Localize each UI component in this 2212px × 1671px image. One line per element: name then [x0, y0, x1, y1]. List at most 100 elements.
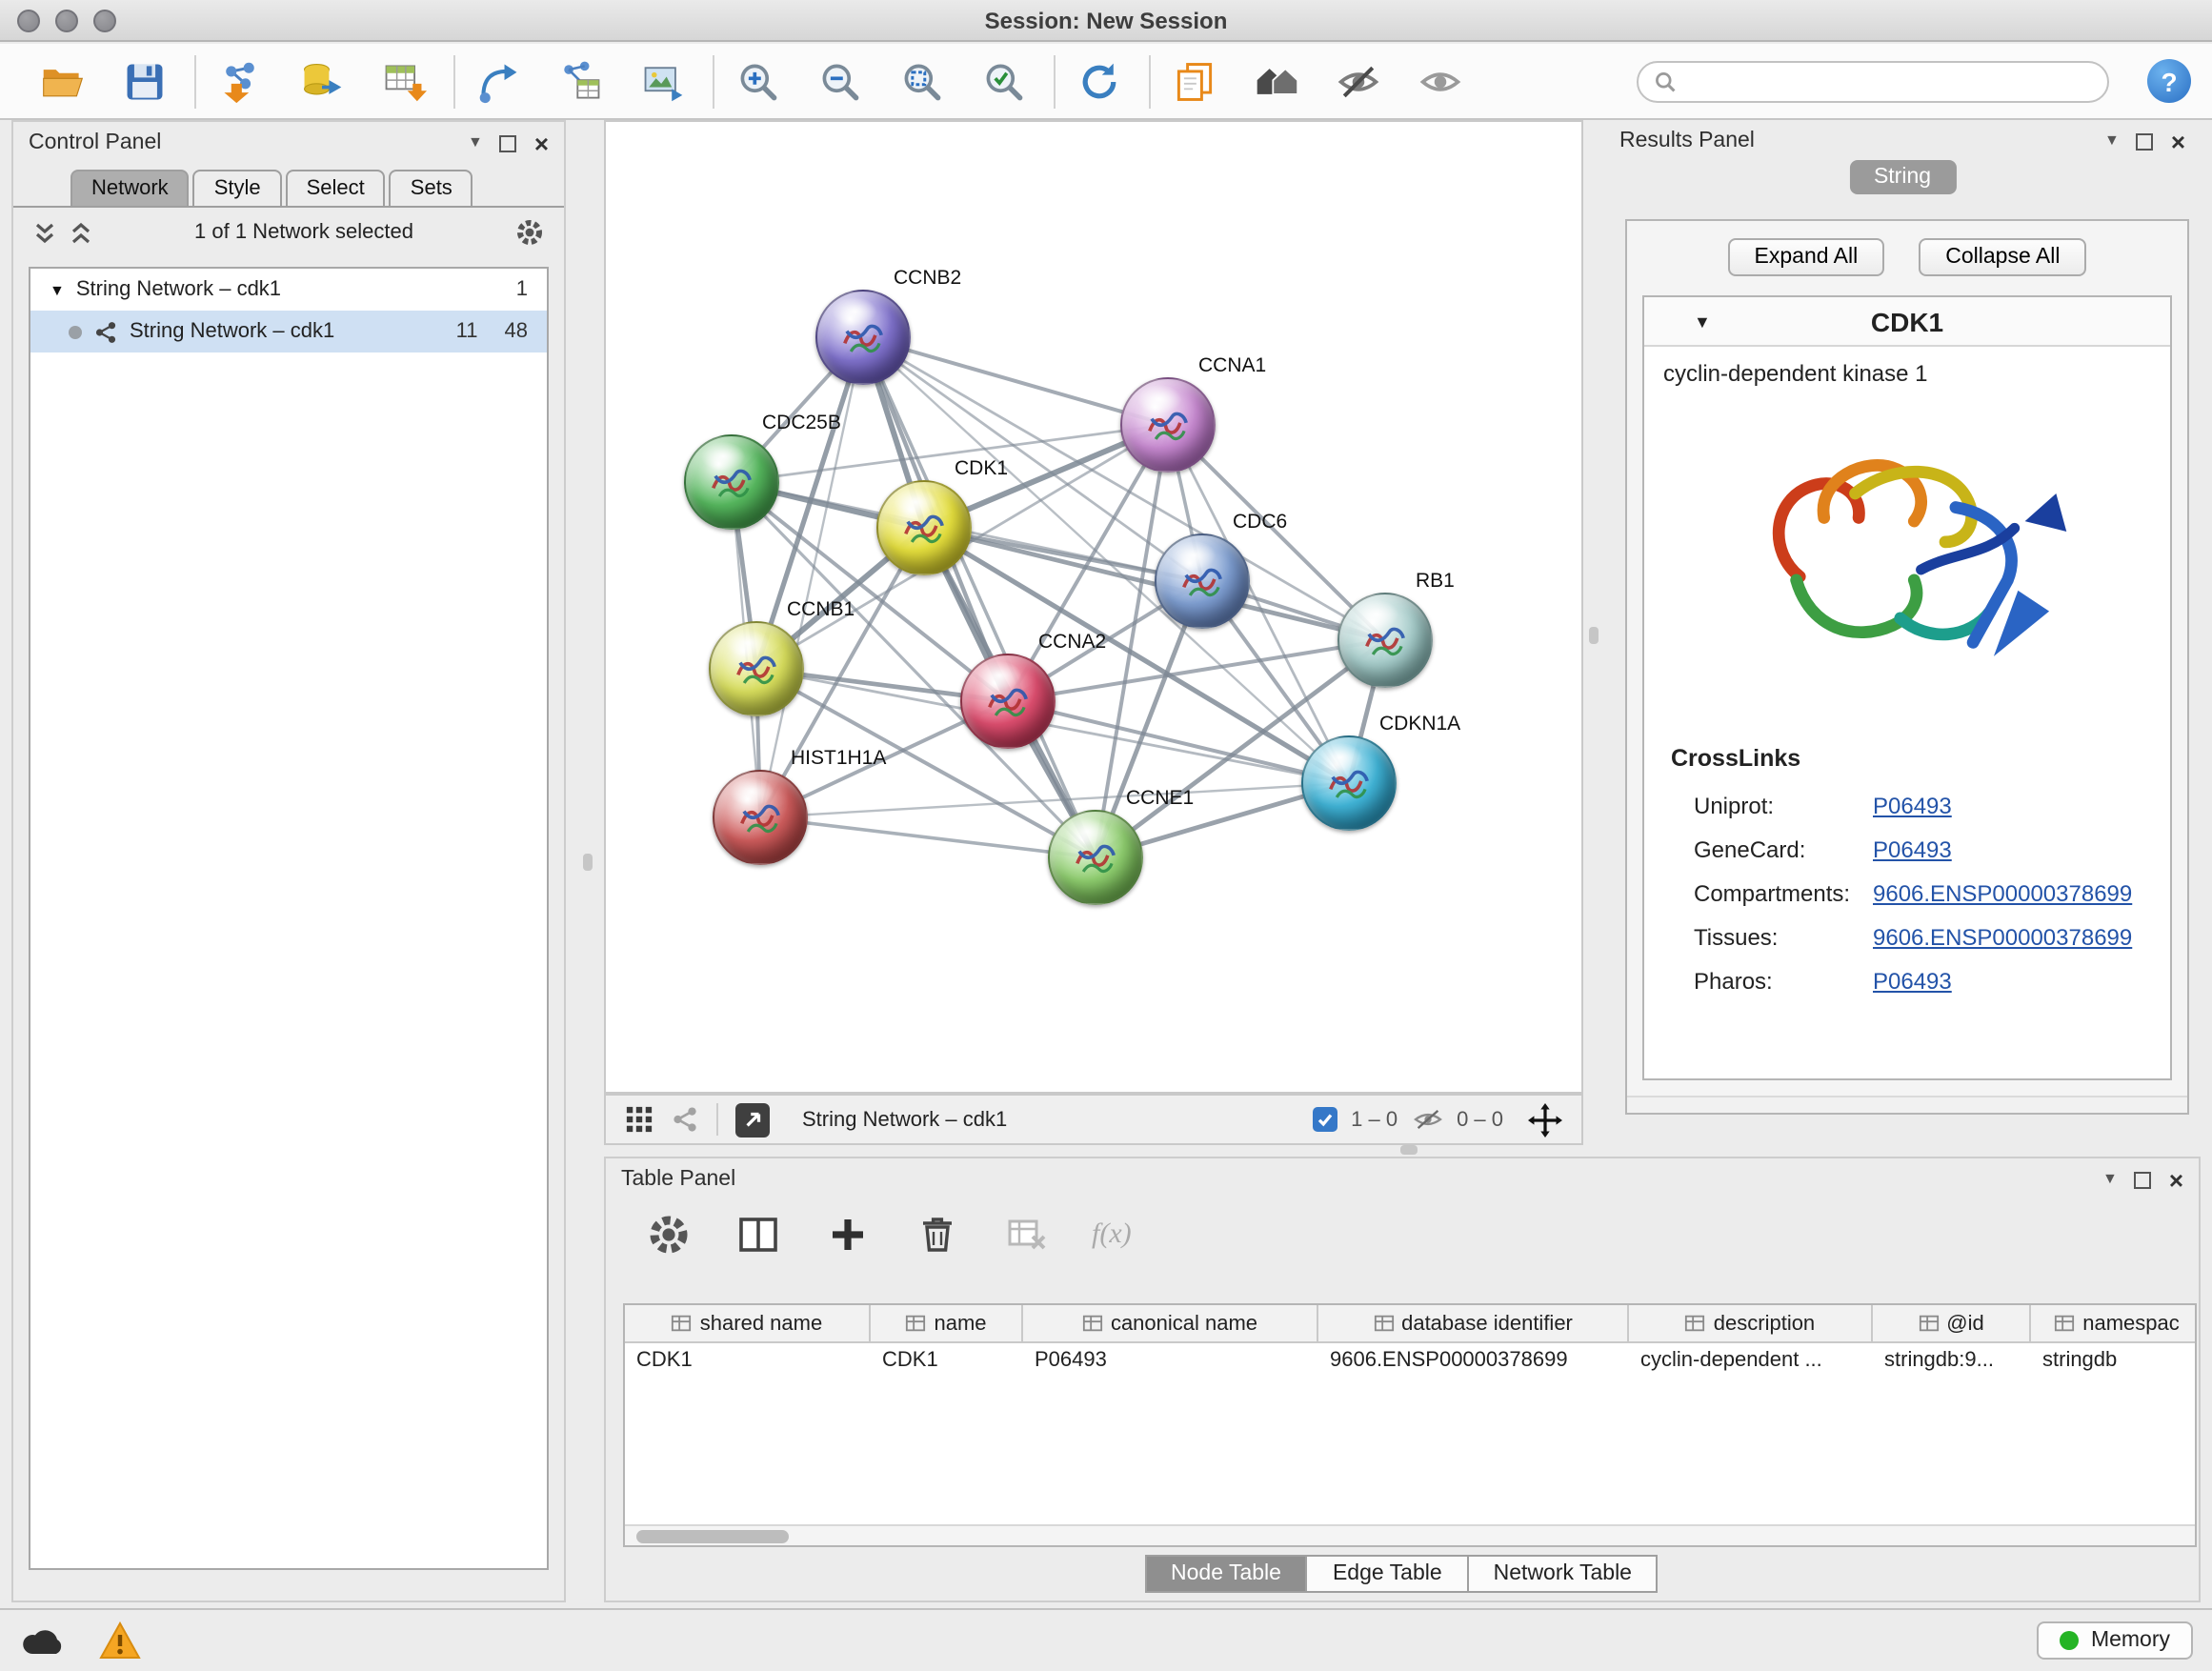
warning-icon[interactable]	[99, 1621, 141, 1660]
crosslink-link[interactable]: P06493	[1873, 836, 1952, 862]
zoom-out-button[interactable]	[815, 56, 865, 106]
table-cell[interactable]: CDK1	[871, 1343, 1023, 1381]
collapse-card-icon[interactable]: ▼	[1694, 312, 1711, 331]
tab-edge-table[interactable]: Edge Table	[1306, 1555, 1469, 1593]
crosslink-link[interactable]: 9606.ENSP00000378699	[1873, 879, 2132, 906]
column-header--id[interactable]: @id	[1873, 1305, 2031, 1341]
window-zoom-button[interactable]	[93, 10, 116, 32]
column-header-name[interactable]: name	[871, 1305, 1023, 1341]
expand-all-icon[interactable]	[69, 220, 93, 245]
network-node-ccne1[interactable]	[1048, 810, 1143, 905]
grid-view-icon[interactable]	[625, 1105, 654, 1134]
birdseye-view-button[interactable]	[735, 1102, 770, 1137]
table-cell[interactable]: cyclin-dependent ...	[1629, 1343, 1873, 1381]
new-network-button[interactable]	[474, 56, 524, 106]
hide-selected-button[interactable]	[1334, 56, 1383, 106]
window-minimize-button[interactable]	[55, 10, 78, 32]
maximize-panel-icon[interactable]	[500, 134, 517, 151]
network-node-ccnb1[interactable]	[709, 621, 804, 716]
network-canvas[interactable]: CCNB2CCNA1CDC25BCDK1CDC6RB1CCNB1CCNA2CDK…	[604, 120, 1583, 1094]
hidden-eye-slash-icon[interactable]	[1411, 1107, 1443, 1132]
table-cell[interactable]: P06493	[1023, 1343, 1318, 1381]
table-cell[interactable]: 9606.ENSP00000378699	[1318, 1343, 1629, 1381]
tab-select[interactable]: Select	[286, 170, 386, 206]
window-close-button[interactable]	[17, 10, 40, 32]
maximize-panel-icon[interactable]	[2135, 1171, 2152, 1188]
tab-node-table[interactable]: Node Table	[1144, 1555, 1308, 1593]
network-node-cdc6[interactable]	[1155, 534, 1250, 629]
column-header-database-identifier[interactable]: database identifier	[1318, 1305, 1629, 1341]
network-node-ccna1[interactable]	[1120, 377, 1216, 473]
search-input[interactable]	[1686, 70, 2107, 93]
delete-table-button[interactable]	[1002, 1210, 1052, 1259]
expand-all-button[interactable]: Expand All	[1728, 238, 1885, 276]
tab-network-table[interactable]: Network Table	[1467, 1555, 1659, 1593]
scrollbar-thumb[interactable]	[636, 1530, 789, 1543]
delete-column-button[interactable]	[913, 1210, 962, 1259]
tab-style[interactable]: Style	[193, 170, 282, 206]
network-node-hist1h1a[interactable]	[713, 770, 808, 865]
pan-crosshair-icon[interactable]	[1528, 1102, 1562, 1137]
table-horizontal-scrollbar[interactable]	[625, 1524, 2195, 1545]
float-panel-icon[interactable]: ▼	[2104, 133, 2120, 149]
column-header-namespac[interactable]: namespac	[2031, 1305, 2197, 1341]
network-row-selected[interactable]: String Network – cdk1 11 48	[30, 311, 547, 352]
open-session-button[interactable]	[38, 56, 88, 106]
collapse-all-icon[interactable]	[32, 220, 57, 245]
import-network-database-button[interactable]	[297, 56, 347, 106]
memory-button[interactable]: Memory	[2038, 1621, 2193, 1660]
refresh-view-button[interactable]	[1075, 56, 1124, 106]
table-row[interactable]: CDK1CDK1P064939606.ENSP00000378699cyclin…	[625, 1343, 2195, 1381]
network-collection-row[interactable]: ▼ String Network – cdk1 1	[30, 269, 547, 311]
tab-sets[interactable]: Sets	[390, 170, 473, 206]
zoom-fit-button[interactable]	[897, 56, 947, 106]
gear-icon[interactable]	[514, 217, 545, 248]
tab-network[interactable]: Network	[70, 170, 190, 206]
import-table-button[interactable]	[379, 56, 429, 106]
splitter-grip[interactable]	[1400, 1145, 1418, 1155]
show-all-button[interactable]	[1416, 56, 1465, 106]
close-panel-icon[interactable]: ×	[2171, 129, 2185, 153]
network-node-ccna2[interactable]	[960, 654, 1056, 749]
results-horizontal-scrollbar[interactable]	[1627, 1096, 2187, 1113]
zoom-selected-button[interactable]	[979, 56, 1029, 106]
splitter-grip[interactable]	[583, 854, 593, 871]
float-panel-icon[interactable]: ▼	[468, 135, 483, 151]
crosslink-link[interactable]: P06493	[1873, 792, 1952, 818]
copy-document-button[interactable]	[1170, 56, 1219, 106]
crosslink-link[interactable]: P06493	[1873, 967, 1952, 994]
import-network-file-button[interactable]	[215, 56, 265, 106]
network-node-rb1[interactable]	[1337, 593, 1433, 688]
export-image-button[interactable]	[638, 56, 688, 106]
network-node-ccnb2[interactable]	[815, 290, 911, 385]
add-column-button[interactable]	[823, 1210, 873, 1259]
splitter-grip[interactable]	[1589, 627, 1599, 644]
network-node-cdc25b[interactable]	[684, 434, 779, 530]
share-view-icon[interactable]	[671, 1105, 699, 1134]
show-columns-button[interactable]	[734, 1210, 783, 1259]
cloud-icon[interactable]	[19, 1623, 69, 1658]
network-table-button[interactable]	[556, 56, 606, 106]
help-button[interactable]: ?	[2147, 59, 2191, 103]
selected-checkbox[interactable]	[1313, 1107, 1337, 1132]
maximize-panel-icon[interactable]	[2137, 132, 2154, 150]
network-node-cdkn1a[interactable]	[1301, 735, 1397, 831]
close-panel-icon[interactable]: ×	[534, 131, 549, 155]
network-node-cdk1[interactable]	[876, 480, 972, 575]
table-settings-button[interactable]	[644, 1210, 694, 1259]
zoom-in-button[interactable]	[734, 56, 783, 106]
table-cell[interactable]: CDK1	[625, 1343, 871, 1381]
search-field[interactable]	[1637, 61, 2109, 103]
save-session-button[interactable]	[120, 56, 170, 106]
column-header-description[interactable]: description	[1629, 1305, 1873, 1341]
collapse-triangle-icon[interactable]: ▼	[50, 281, 65, 298]
table-cell[interactable]: stringdb	[2031, 1343, 2197, 1381]
close-panel-icon[interactable]: ×	[2169, 1167, 2183, 1192]
crosslink-link[interactable]: 9606.ENSP00000378699	[1873, 923, 2132, 950]
function-builder-button[interactable]: f(x)	[1092, 1218, 1132, 1251]
table-cell[interactable]: stringdb:9...	[1873, 1343, 2031, 1381]
tab-string[interactable]: String	[1849, 160, 1956, 194]
column-header-canonical-name[interactable]: canonical name	[1023, 1305, 1318, 1341]
column-header-shared-name[interactable]: shared name	[625, 1305, 871, 1341]
collapse-all-button[interactable]: Collapse All	[1919, 238, 2086, 276]
